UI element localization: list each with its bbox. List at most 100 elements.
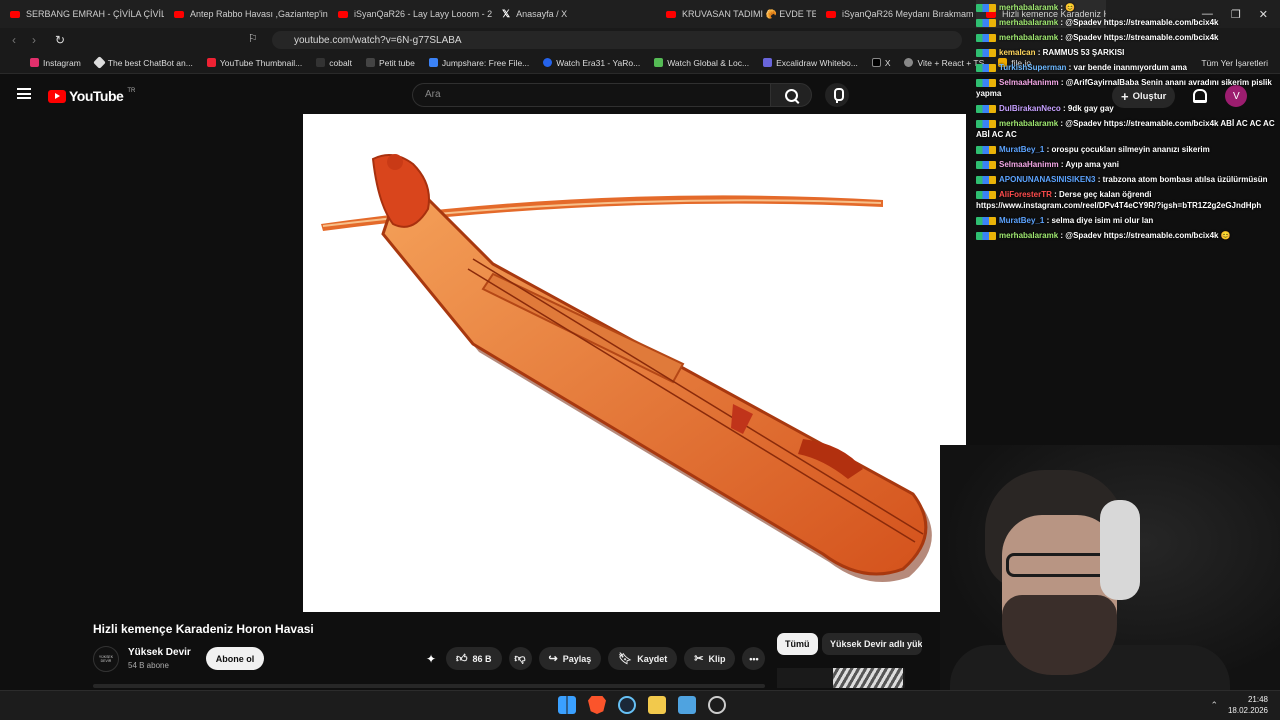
headphones — [1100, 500, 1140, 600]
badges-icon — [976, 78, 996, 87]
like-button[interactable]: 👍︎ 86 B — [446, 647, 502, 670]
chat-message: APONUNANASINISIKEN3 : trabzona atom bomb… — [972, 172, 1280, 187]
scissors-icon: ✂ — [694, 653, 704, 665]
tray-overflow-icon[interactable]: ⌃ — [1210, 700, 1218, 711]
file-explorer-icon[interactable] — [648, 696, 666, 714]
steam-icon[interactable] — [618, 696, 636, 714]
badges-icon — [976, 119, 996, 128]
chat-message: MuratBey_1 : selma diye isim mi olur lan — [972, 213, 1280, 228]
chat-message: merhabalaramk : @Spadev https://streamab… — [972, 15, 1280, 30]
badges-icon — [976, 145, 996, 154]
channel-name[interactable]: Yüksek Devir — [128, 647, 191, 658]
menu-icon[interactable] — [17, 88, 31, 99]
subscriber-count: 54 B abone — [128, 661, 169, 670]
youtube-icon — [666, 10, 676, 18]
windows-taskbar: ⌃ 21:48 18.02.2026 — [0, 690, 1280, 720]
bookmark-item[interactable]: Petit tube — [365, 58, 415, 68]
browser-tab[interactable]: iSyanQaR26 Meydanı Bırakmam Dis — [816, 0, 976, 28]
badges-icon — [976, 18, 996, 27]
browser-tab[interactable]: 𝕏 Anasayfa / X — [492, 0, 656, 28]
reload-icon[interactable]: ↻ — [50, 33, 70, 47]
back-icon[interactable]: ‹ — [4, 33, 24, 47]
description-box[interactable] — [93, 684, 765, 688]
system-clock[interactable]: 21:48 18.02.2026 — [1228, 694, 1268, 716]
webcam-overlay — [940, 445, 1280, 690]
microphone-icon[interactable] — [825, 83, 849, 107]
badges-icon — [976, 190, 996, 199]
more-actions-button[interactable]: ••• — [742, 647, 766, 670]
globe-icon — [904, 58, 914, 67]
browser-tab[interactable]: SERBANG EMRAH - ÇİVİLA ÇİVİLA K — [0, 0, 164, 28]
bookmark-item[interactable]: YouTube Thumbnail... — [206, 58, 302, 68]
bookmark-item[interactable]: Watch Era31 - YaRo... — [543, 58, 640, 68]
badges-icon — [976, 3, 996, 12]
thumbs-up-icon: 👍︎ — [456, 653, 468, 665]
clip-button[interactable]: ✂ Klip — [684, 647, 736, 670]
search-input[interactable]: Ara — [412, 83, 770, 107]
chat-message: DulBirakanNeco : 9dk gay gay — [972, 101, 1280, 116]
badges-icon — [976, 216, 996, 225]
bookmark-item[interactable]: Jumpshare: Free File... — [428, 58, 529, 68]
sparkle-icon[interactable]: ✦ — [423, 651, 439, 667]
glasses — [1006, 553, 1112, 577]
bookmark-page-icon[interactable]: ⚐ — [248, 32, 258, 45]
chat-message: merhabalaramk : 😊 — [972, 0, 1280, 15]
chat-message: MuratBey_1 : orospu çocukları silmeyin a… — [972, 142, 1280, 157]
instagram-icon — [30, 58, 39, 67]
browser-tab[interactable]: Antep Rabbo Havası ,Gaziantep'in E — [164, 0, 328, 28]
chip-all[interactable]: Tümü — [777, 633, 818, 655]
search-icon[interactable] — [770, 83, 812, 107]
youtube-icon — [10, 10, 20, 18]
chat-message: TurkishSuperman : var bende inanmıyordum… — [972, 60, 1280, 75]
computer-icon[interactable] — [678, 696, 696, 714]
channel-avatar[interactable]: YÜKSEK DEVİR — [93, 646, 119, 672]
badges-icon — [976, 48, 996, 57]
global-icon — [654, 58, 664, 67]
bookmark-item[interactable]: Instagram — [30, 58, 81, 68]
x-icon: 𝕏 — [502, 8, 511, 20]
badges-icon — [976, 231, 996, 240]
url-field[interactable]: youtube.com/watch?v=6N-g77SLABA — [272, 31, 962, 49]
youtube-logo[interactable]: YouTube TR — [48, 88, 135, 104]
bookmark-item[interactable]: Excalidraw Whitebo... — [763, 58, 858, 68]
badges-icon — [976, 104, 996, 113]
chatbot-icon — [92, 56, 106, 69]
badges-icon — [976, 63, 996, 72]
windows-start-icon[interactable] — [558, 696, 576, 714]
video-player[interactable] — [303, 114, 966, 612]
excalidraw-icon — [763, 58, 773, 67]
save-button[interactable]: 🔖︎ Kaydet — [608, 647, 678, 670]
stream-chat: merhabalaramk : 😊 merhabalaramk : @Spade… — [972, 0, 1280, 240]
subscribe-button[interactable]: Abone ol — [206, 647, 264, 670]
bookmark-icon: 🔖︎ — [618, 653, 633, 665]
brave-browser-icon[interactable] — [588, 696, 606, 714]
chat-message: AliForesterTR : Derse geç kalan öğrendi … — [976, 190, 1262, 210]
chat-message: merhabalaramk : @Spadev https://streamab… — [972, 228, 1280, 243]
badges-icon — [976, 33, 996, 42]
thumbs-down-icon: 👎︎ — [514, 653, 526, 665]
youtube-header: YouTube TR Ara — [0, 74, 970, 114]
dislike-button[interactable]: 👎︎ — [508, 647, 532, 670]
jumpshare-icon — [428, 58, 438, 67]
app-icon[interactable] — [708, 696, 726, 714]
bookmark-item[interactable]: The best ChatBot an... — [92, 56, 193, 69]
petit-tube-icon — [365, 58, 375, 67]
chat-message: merhabalaramk : @Spadev https://streamab… — [976, 119, 1275, 139]
kemence-image — [321, 154, 932, 582]
recommended-thumbnail[interactable] — [777, 668, 905, 688]
chip-channel[interactable]: Yüksek Devir adlı yük — [822, 633, 922, 655]
browser-tab[interactable]: iSyanQaR26 - Lay Layy Looom - 201 — [328, 0, 492, 28]
youtube-icon — [174, 10, 184, 18]
bookmark-item[interactable]: Watch Global & Loc... — [654, 58, 749, 68]
era31-icon — [543, 58, 553, 67]
bookmark-item[interactable]: X — [871, 58, 890, 68]
chat-message: merhabalaramk : @Spadev https://streamab… — [972, 30, 1280, 45]
badges-icon — [976, 175, 996, 184]
share-button[interactable]: ↪ Paylaş — [538, 647, 602, 670]
browser-tab[interactable]: KRUVASAN TADIMI 🥐 EVDE TEK BA — [656, 0, 816, 28]
forward-icon[interactable]: › — [24, 33, 44, 47]
bookmark-item[interactable]: cobalt — [316, 58, 352, 68]
chat-message: SelmaaHanimm : Ayıp ama yani — [972, 157, 1280, 172]
video-title: Hizli kemençe Karadeniz Horon Havasi — [93, 622, 314, 636]
chat-message: kemalcan : RAMMUS 53 ŞARKISI — [972, 45, 1280, 60]
